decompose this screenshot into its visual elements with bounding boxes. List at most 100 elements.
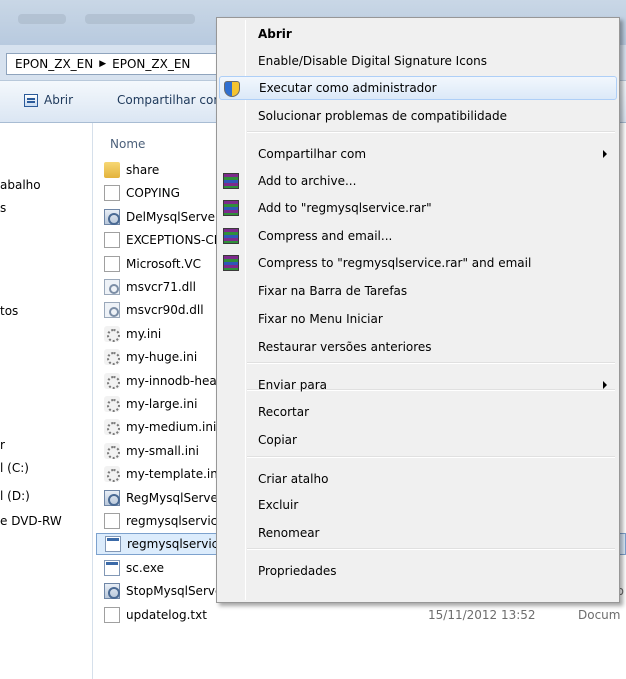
nav-item[interactable]: abalho: [0, 178, 41, 192]
file-name: my-large.ini: [126, 397, 198, 411]
menu-item-label: Enviar para: [258, 378, 327, 392]
breadcrumb-segment[interactable]: EPON_ZX_EN: [15, 57, 93, 71]
blurred-title-text: [18, 14, 66, 24]
open-button[interactable]: Abrir: [24, 93, 73, 107]
menu-item-label: Enable/Disable Digital Signature Icons: [258, 54, 488, 68]
batch-file-icon: [104, 489, 120, 506]
menu-item-open[interactable]: Abrir: [219, 22, 617, 46]
menu-item-rename[interactable]: Renomear: [219, 521, 617, 545]
blurred-title-text: [85, 14, 195, 24]
menu-item-run-as-administrator[interactable]: Executar como administrador: [219, 76, 617, 100]
file-name: sc.exe: [126, 560, 164, 575]
batch-file-icon: [104, 583, 120, 600]
open-button-label: Abrir: [44, 93, 74, 107]
nav-item-drive-c[interactable]: l (C:): [0, 461, 29, 475]
menu-item-label: Compress and email...: [258, 229, 393, 243]
file-name: msvcr90d.dll: [126, 303, 204, 318]
menu-item-label: Add to archive...: [258, 174, 357, 188]
menu-item-label: Propriedades: [258, 564, 337, 578]
menu-item-add-to-rar[interactable]: Add to "regmysqlservice.rar": [219, 196, 617, 220]
menu-separator: [247, 362, 615, 364]
menu-item-pin-to-taskbar[interactable]: Fixar na Barra de Tarefas: [219, 279, 617, 303]
file-name: COPYING: [126, 186, 180, 201]
file-name: my.ini: [126, 326, 162, 341]
nav-item[interactable]: s: [0, 201, 6, 215]
file-name: my-medium.ini: [126, 420, 217, 435]
menu-item-send-to[interactable]: Enviar para: [219, 373, 617, 397]
menu-item-label: Executar como administrador: [259, 81, 437, 95]
menu-item-delete[interactable]: Excluir: [219, 493, 617, 517]
menu-item-cut[interactable]: Recortar: [219, 400, 617, 424]
menu-item-label: Fixar na Barra de Tarefas: [258, 284, 408, 298]
menu-item-toggle-signature-icons[interactable]: Enable/Disable Digital Signature Icons: [219, 49, 617, 73]
menu-separator: [247, 456, 615, 458]
menu-item-create-shortcut[interactable]: Criar atalho: [219, 467, 617, 491]
file-name: updatelog.txt: [126, 607, 207, 622]
menu-item-copy[interactable]: Copiar: [219, 428, 617, 452]
submenu-arrow-icon: [603, 381, 607, 389]
menu-item-restore-previous-versions[interactable]: Restaurar versões anteriores: [219, 335, 617, 359]
menu-item-label: Fixar no Menu Iniciar: [258, 312, 383, 326]
file-row[interactable]: updatelog.txt 15/11/2012 13:52 Docum: [96, 604, 626, 626]
nav-item[interactable]: r: [0, 438, 5, 452]
menu-item-label: Solucionar problemas de compatibilidade: [258, 109, 507, 123]
menu-item-compress-and-email[interactable]: Compress and email...: [219, 224, 617, 248]
winrar-icon: [223, 200, 239, 216]
file-name: regmysqlservice: [126, 514, 225, 528]
share-with-label: Compartilhar com: [117, 93, 217, 107]
file-name: my-template.ini: [126, 467, 222, 482]
share-with-button[interactable]: Compartilhar com: [117, 93, 217, 107]
winrar-icon: [223, 173, 239, 189]
document-icon: [104, 606, 120, 623]
menu-separator: [247, 548, 615, 550]
menu-item-label: Compartilhar com: [258, 147, 367, 161]
document-icon: [104, 255, 120, 272]
dll-icon: [104, 279, 120, 295]
dll-icon: [104, 302, 120, 319]
file-date: 15/11/2012 13:52: [428, 607, 536, 622]
menu-item-label: Renomear: [258, 526, 320, 540]
file-name: Microsoft.VC: [126, 256, 202, 271]
menu-item-share-with[interactable]: Compartilhar com: [219, 142, 617, 166]
menu-separator: [247, 131, 615, 133]
menu-item-label: Add to "regmysqlservice.rar": [258, 201, 432, 215]
file-name: share: [126, 163, 160, 177]
ini-icon: [104, 466, 120, 483]
navigation-pane: abalho s tos r l (C:) l (D:) e DVD-RW: [0, 123, 93, 679]
document-icon: [104, 513, 120, 529]
ini-icon: [104, 442, 120, 459]
file-type: Docum: [578, 607, 621, 622]
document-icon: [104, 185, 120, 202]
executable-icon: [104, 559, 120, 576]
menu-item-add-to-archive[interactable]: Add to archive...: [219, 169, 617, 193]
winrar-icon: [223, 228, 239, 244]
file-name: my-huge.ini: [126, 350, 198, 365]
nav-item-drive-d[interactable]: l (D:): [0, 489, 30, 503]
open-icon: [24, 93, 38, 107]
document-icon: [104, 232, 120, 249]
menu-item-pin-to-start-menu[interactable]: Fixar no Menu Iniciar: [219, 307, 617, 331]
menu-item-troubleshoot-compatibility[interactable]: Solucionar problemas de compatibilidade: [219, 104, 617, 128]
batch-file-icon: [104, 208, 120, 225]
name-column-header[interactable]: Nome: [110, 137, 145, 151]
folder-icon: [104, 162, 120, 178]
menu-item-label: Restaurar versões anteriores: [258, 340, 432, 354]
ini-icon: [104, 349, 120, 366]
uac-shield-icon: [224, 81, 240, 97]
nav-item[interactable]: tos: [0, 304, 18, 318]
menu-item-label: Criar atalho: [258, 472, 329, 486]
context-menu: Abrir Enable/Disable Digital Signature Ic…: [216, 17, 620, 603]
file-name: msvcr71.dll: [126, 280, 196, 294]
menu-item-label: Abrir: [258, 27, 292, 41]
menu-item-label: Compress to "regmysqlservice.rar" and em…: [258, 256, 532, 270]
executable-icon: [105, 536, 121, 553]
ini-icon: [104, 372, 120, 389]
winrar-icon: [223, 255, 239, 271]
breadcrumb-segment[interactable]: EPON_ZX_EN: [112, 57, 190, 71]
ini-icon: [104, 419, 120, 436]
ini-icon: [104, 396, 120, 412]
file-name: my-small.ini: [126, 443, 199, 458]
nav-item-dvd-drive[interactable]: e DVD-RW: [0, 514, 62, 528]
menu-item-compress-to-rar-and-email[interactable]: Compress to "regmysqlservice.rar" and em…: [219, 251, 617, 275]
menu-item-properties[interactable]: Propriedades: [219, 559, 617, 583]
